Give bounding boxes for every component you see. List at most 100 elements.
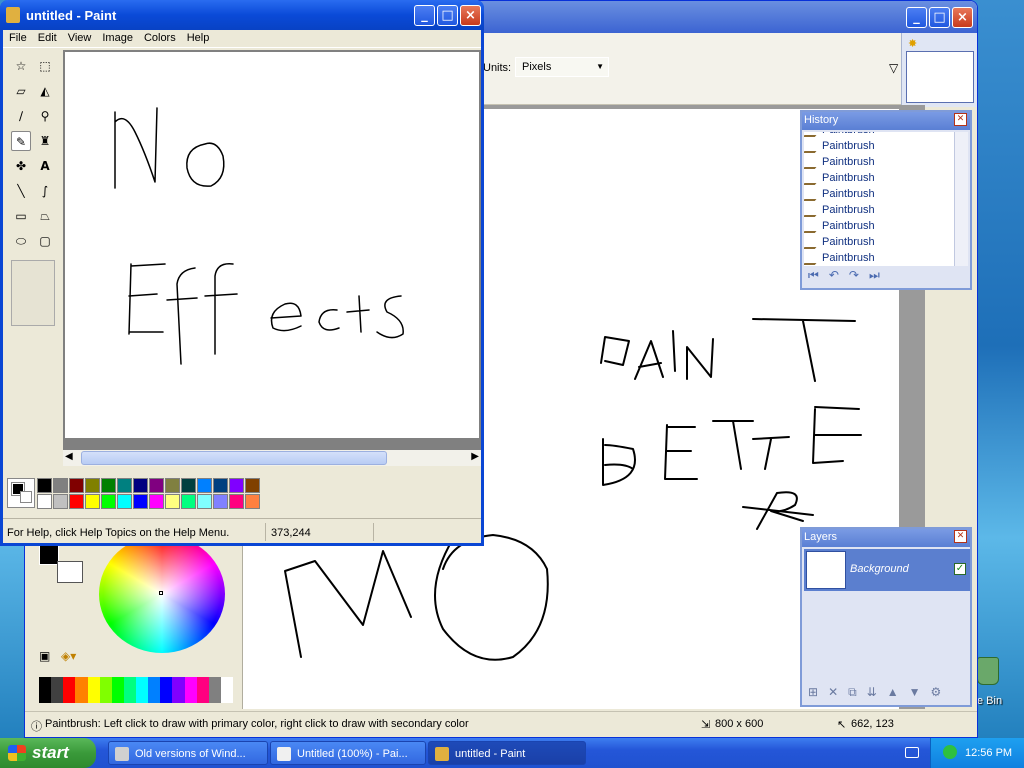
line-tool-icon[interactable]: ╲ xyxy=(11,181,31,201)
mspaint-hscroll-thumb[interactable] xyxy=(81,451,387,465)
ms-minimize-button[interactable]: _ xyxy=(414,5,435,26)
pdn-palette-swatch[interactable] xyxy=(220,677,233,703)
palette-color-swatch[interactable] xyxy=(181,494,196,509)
scroll-right-icon[interactable]: ▶ xyxy=(471,451,479,462)
menu-file[interactable]: File xyxy=(3,30,32,47)
palette-color-swatch[interactable] xyxy=(229,494,244,509)
palette-color-swatch[interactable] xyxy=(213,478,228,493)
rectangle-tool-icon[interactable]: ▭ xyxy=(11,206,31,226)
eraser-icon[interactable]: ▱ xyxy=(11,81,31,101)
pdn-palette-swatch[interactable] xyxy=(196,677,209,703)
pdn-palette-swatch[interactable] xyxy=(208,677,221,703)
palette-color-swatch[interactable] xyxy=(149,478,164,493)
history-item[interactable]: Paintbrush xyxy=(804,236,954,252)
rounded-rect-tool-icon[interactable]: ▢ xyxy=(35,231,55,251)
ms-close-button[interactable]: × xyxy=(460,5,481,26)
palette-color-swatch[interactable] xyxy=(245,494,260,509)
menu-view[interactable]: View xyxy=(62,30,97,47)
pdn-palette-swatch[interactable] xyxy=(123,677,136,703)
airbrush-icon[interactable]: ✤ xyxy=(11,156,31,176)
palette-color-swatch[interactable] xyxy=(117,494,132,509)
primary-color-swatch[interactable] xyxy=(39,545,59,565)
palette-color-swatch[interactable] xyxy=(229,478,244,493)
palette-color-swatch[interactable] xyxy=(85,478,100,493)
clock[interactable]: 12:56 PM xyxy=(965,747,1012,759)
move-layer-up-icon[interactable]: ▲ xyxy=(887,685,899,700)
recycle-bin-icon[interactable]: e Bin xyxy=(975,655,1024,715)
pencil-icon[interactable]: ✎ xyxy=(11,131,31,151)
undo-icon[interactable]: ↶ xyxy=(829,268,839,283)
palette-color-swatch[interactable] xyxy=(37,494,52,509)
pdn-palette-swatch[interactable] xyxy=(111,677,124,703)
free-select-icon[interactable]: ☆ xyxy=(11,56,31,76)
palette-color-swatch[interactable] xyxy=(69,478,84,493)
palette-color-swatch[interactable] xyxy=(37,478,52,493)
start-button[interactable]: start xyxy=(0,738,96,768)
history-header[interactable]: History ✕ xyxy=(802,112,970,130)
task-paintdotnet[interactable]: Untitled (100%) - Pai... xyxy=(270,741,426,765)
history-item[interactable]: Paintbrush xyxy=(804,252,954,266)
ellipse-tool-icon[interactable]: ⬭ xyxy=(11,231,31,251)
pdn-palette-swatch[interactable] xyxy=(63,677,76,703)
ms-maximize-button[interactable]: □ xyxy=(437,5,458,26)
secondary-color[interactable] xyxy=(20,491,32,503)
layer-row[interactable]: Background ✓ xyxy=(804,549,970,591)
palette-color-swatch[interactable] xyxy=(101,478,116,493)
image-thumbnail[interactable] xyxy=(906,51,974,103)
pdn-palette-swatch[interactable] xyxy=(148,677,161,703)
history-item[interactable]: Paintbrush xyxy=(804,220,954,236)
history-scrollbar[interactable] xyxy=(954,132,968,266)
layer-properties-icon[interactable]: ⚙ xyxy=(931,685,942,700)
tool-options-box[interactable] xyxy=(11,260,55,326)
history-rewind-icon[interactable]: ⏮ xyxy=(808,268,819,283)
units-select[interactable]: Pixels ▼ xyxy=(515,57,609,77)
palette-color-swatch[interactable] xyxy=(149,494,164,509)
magnifier-icon[interactable]: ⚲ xyxy=(35,106,55,126)
pdn-minimize-button[interactable]: _ xyxy=(906,7,927,28)
history-item[interactable]: Paintbrush xyxy=(804,140,954,156)
history-item[interactable]: Paintbrush xyxy=(804,172,954,188)
palette-color-swatch[interactable] xyxy=(213,494,228,509)
curve-tool-icon[interactable]: ∫ xyxy=(35,181,55,201)
history-item[interactable]: Paintbrush xyxy=(804,204,954,220)
palette-color-swatch[interactable] xyxy=(85,494,100,509)
palette-color-swatch[interactable] xyxy=(133,494,148,509)
palette-color-swatch[interactable] xyxy=(165,494,180,509)
rect-select-icon[interactable]: ⬚ xyxy=(35,56,55,76)
palette-color-swatch[interactable] xyxy=(165,478,180,493)
palette-color-swatch[interactable] xyxy=(69,494,84,509)
palette-color-swatch[interactable] xyxy=(53,478,68,493)
pdn-palette-swatch[interactable] xyxy=(160,677,173,703)
palette-color-swatch[interactable] xyxy=(197,494,212,509)
move-layer-down-icon[interactable]: ▼ xyxy=(909,685,921,700)
pdn-palette-swatch[interactable] xyxy=(51,677,64,703)
palette-color-swatch[interactable] xyxy=(197,478,212,493)
history-item[interactable]: Paintbrush xyxy=(804,132,954,140)
keyboard-icon[interactable] xyxy=(905,747,919,758)
layer-visible-checkbox[interactable]: ✓ xyxy=(954,563,966,575)
menu-help[interactable]: Help xyxy=(181,30,215,47)
filter-icon[interactable]: ▽ xyxy=(889,61,898,75)
palette-menu-icon[interactable]: ◈▾ xyxy=(61,649,76,663)
mspaint-titlebar[interactable]: untitled - Paint _ □ × xyxy=(0,0,484,30)
pdn-palette-swatch[interactable] xyxy=(136,677,149,703)
palette-color-swatch[interactable] xyxy=(245,478,260,493)
palette-color-swatch[interactable] xyxy=(101,494,116,509)
duplicate-layer-icon[interactable]: ⧉ xyxy=(848,685,857,700)
menu-edit[interactable]: Edit xyxy=(32,30,62,47)
fill-bucket-icon[interactable]: ◭ xyxy=(35,81,55,101)
pdn-palette-swatch[interactable] xyxy=(39,677,52,703)
task-mspaint[interactable]: untitled - Paint xyxy=(428,741,586,765)
merge-layer-icon[interactable]: ⇊ xyxy=(867,685,877,700)
pdn-palette-swatch[interactable] xyxy=(172,677,185,703)
pdn-maximize-button[interactable]: □ xyxy=(929,7,950,28)
pdn-palette-swatch[interactable] xyxy=(99,677,112,703)
palette-color-swatch[interactable] xyxy=(117,478,132,493)
menu-image[interactable]: Image xyxy=(96,30,138,47)
palette-color-swatch[interactable] xyxy=(181,478,196,493)
polygon-tool-icon[interactable]: ⏢ xyxy=(35,206,55,226)
history-item[interactable]: Paintbrush xyxy=(804,188,954,204)
brush-icon[interactable]: ♜ xyxy=(35,131,55,151)
network-icon[interactable] xyxy=(943,745,957,759)
history-close-button[interactable]: ✕ xyxy=(954,113,967,126)
